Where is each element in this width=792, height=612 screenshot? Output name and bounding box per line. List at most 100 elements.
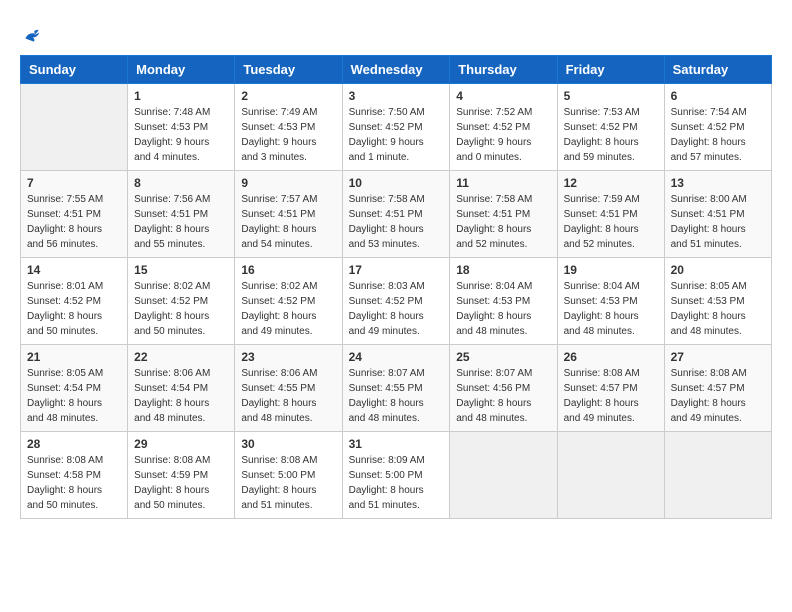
day-info: Sunrise: 8:07 AM Sunset: 4:56 PM Dayligh…	[456, 366, 550, 426]
day-info: Sunrise: 7:55 AM Sunset: 4:51 PM Dayligh…	[27, 192, 121, 252]
day-info: Sunrise: 8:06 AM Sunset: 4:55 PM Dayligh…	[241, 366, 335, 426]
day-info: Sunrise: 8:09 AM Sunset: 5:00 PM Dayligh…	[349, 453, 444, 513]
day-number: 15	[134, 263, 228, 277]
calendar-day-header: Thursday	[450, 56, 557, 84]
calendar-cell: 17 Sunrise: 8:03 AM Sunset: 4:52 PM Dayli…	[342, 258, 450, 345]
day-number: 13	[671, 176, 765, 190]
calendar-day-header: Wednesday	[342, 56, 450, 84]
day-number: 8	[134, 176, 228, 190]
day-number: 29	[134, 437, 228, 451]
day-number: 6	[671, 89, 765, 103]
day-info: Sunrise: 8:00 AM Sunset: 4:51 PM Dayligh…	[671, 192, 765, 252]
calendar-day-header: Tuesday	[235, 56, 342, 84]
day-info: Sunrise: 8:08 AM Sunset: 4:57 PM Dayligh…	[564, 366, 658, 426]
day-number: 31	[349, 437, 444, 451]
calendar-cell: 20 Sunrise: 8:05 AM Sunset: 4:53 PM Dayli…	[664, 258, 771, 345]
calendar-cell: 26 Sunrise: 8:08 AM Sunset: 4:57 PM Dayli…	[557, 345, 664, 432]
day-info: Sunrise: 8:02 AM Sunset: 4:52 PM Dayligh…	[134, 279, 228, 339]
day-number: 2	[241, 89, 335, 103]
calendar-day-header: Saturday	[664, 56, 771, 84]
day-info: Sunrise: 7:56 AM Sunset: 4:51 PM Dayligh…	[134, 192, 228, 252]
calendar-cell: 10Sunrise: 7:58 AM Sunset: 4:51 PM Dayli…	[342, 171, 450, 258]
day-number: 10	[349, 176, 444, 190]
calendar-cell: 12 Sunrise: 7:59 AM Sunset: 4:51 PM Dayli…	[557, 171, 664, 258]
calendar-cell: 6 Sunrise: 7:54 AM Sunset: 4:52 PM Daylig…	[664, 84, 771, 171]
day-number: 11	[456, 176, 550, 190]
day-number: 26	[564, 350, 658, 364]
calendar-week-row: 28Sunrise: 8:08 AM Sunset: 4:58 PM Dayli…	[21, 432, 772, 519]
day-number: 25	[456, 350, 550, 364]
day-info: Sunrise: 7:59 AM Sunset: 4:51 PM Dayligh…	[564, 192, 658, 252]
day-info: Sunrise: 8:03 AM Sunset: 4:52 PM Dayligh…	[349, 279, 444, 339]
calendar-cell: 5 Sunrise: 7:53 AM Sunset: 4:52 PM Daylig…	[557, 84, 664, 171]
day-number: 4	[456, 89, 550, 103]
calendar-cell	[21, 84, 128, 171]
calendar-day-header: Monday	[128, 56, 235, 84]
calendar-week-row: 14 Sunrise: 8:01 AM Sunset: 4:52 PM Dayli…	[21, 258, 772, 345]
calendar-cell: 31 Sunrise: 8:09 AM Sunset: 5:00 PM Dayli…	[342, 432, 450, 519]
day-number: 23	[241, 350, 335, 364]
calendar-cell	[557, 432, 664, 519]
day-number: 30	[241, 437, 335, 451]
calendar-cell: 3Sunrise: 7:50 AM Sunset: 4:52 PM Daylig…	[342, 84, 450, 171]
calendar-cell: 11 Sunrise: 7:58 AM Sunset: 4:51 PM Dayli…	[450, 171, 557, 258]
day-number: 20	[671, 263, 765, 277]
day-info: Sunrise: 8:08 AM Sunset: 5:00 PM Dayligh…	[241, 453, 335, 513]
day-number: 24	[349, 350, 444, 364]
logo-bird-icon	[22, 25, 42, 45]
day-number: 3	[349, 89, 444, 103]
calendar-week-row: 1 Sunrise: 7:48 AM Sunset: 4:53 PM Daylig…	[21, 84, 772, 171]
calendar-week-row: 21 Sunrise: 8:05 AM Sunset: 4:54 PM Dayli…	[21, 345, 772, 432]
day-number: 17	[349, 263, 444, 277]
calendar-cell	[450, 432, 557, 519]
calendar-body: 1 Sunrise: 7:48 AM Sunset: 4:53 PM Daylig…	[21, 84, 772, 519]
day-number: 21	[27, 350, 121, 364]
calendar-table: SundayMondayTuesdayWednesdayThursdayFrid…	[20, 55, 772, 519]
calendar-day-header: Friday	[557, 56, 664, 84]
calendar-cell: 4Sunrise: 7:52 AM Sunset: 4:52 PM Daylig…	[450, 84, 557, 171]
day-info: Sunrise: 8:04 AM Sunset: 4:53 PM Dayligh…	[456, 279, 550, 339]
day-number: 1	[134, 89, 228, 103]
day-info: Sunrise: 7:48 AM Sunset: 4:53 PM Dayligh…	[134, 105, 228, 165]
day-number: 9	[241, 176, 335, 190]
calendar-cell: 21 Sunrise: 8:05 AM Sunset: 4:54 PM Dayli…	[21, 345, 128, 432]
day-info: Sunrise: 7:54 AM Sunset: 4:52 PM Dayligh…	[671, 105, 765, 165]
calendar-cell: 2Sunrise: 7:49 AM Sunset: 4:53 PM Daylig…	[235, 84, 342, 171]
calendar-cell: 30 Sunrise: 8:08 AM Sunset: 5:00 PM Dayli…	[235, 432, 342, 519]
day-number: 16	[241, 263, 335, 277]
calendar-cell: 14 Sunrise: 8:01 AM Sunset: 4:52 PM Dayli…	[21, 258, 128, 345]
day-number: 12	[564, 176, 658, 190]
calendar-cell: 29Sunrise: 8:08 AM Sunset: 4:59 PM Dayli…	[128, 432, 235, 519]
calendar-cell: 9 Sunrise: 7:57 AM Sunset: 4:51 PM Daylig…	[235, 171, 342, 258]
calendar-cell: 8 Sunrise: 7:56 AM Sunset: 4:51 PM Daylig…	[128, 171, 235, 258]
calendar-cell: 1 Sunrise: 7:48 AM Sunset: 4:53 PM Daylig…	[128, 84, 235, 171]
calendar-cell: 7 Sunrise: 7:55 AM Sunset: 4:51 PM Daylig…	[21, 171, 128, 258]
calendar-cell: 22Sunrise: 8:06 AM Sunset: 4:54 PM Dayli…	[128, 345, 235, 432]
calendar-week-row: 7 Sunrise: 7:55 AM Sunset: 4:51 PM Daylig…	[21, 171, 772, 258]
calendar-cell: 16 Sunrise: 8:02 AM Sunset: 4:52 PM Dayli…	[235, 258, 342, 345]
day-info: Sunrise: 8:02 AM Sunset: 4:52 PM Dayligh…	[241, 279, 335, 339]
day-info: Sunrise: 7:58 AM Sunset: 4:51 PM Dayligh…	[456, 192, 550, 252]
day-info: Sunrise: 8:04 AM Sunset: 4:53 PM Dayligh…	[564, 279, 658, 339]
calendar-cell: 24 Sunrise: 8:07 AM Sunset: 4:55 PM Dayli…	[342, 345, 450, 432]
calendar-header-row: SundayMondayTuesdayWednesdayThursdayFrid…	[21, 56, 772, 84]
day-number: 28	[27, 437, 121, 451]
calendar-cell: 13 Sunrise: 8:00 AM Sunset: 4:51 PM Dayli…	[664, 171, 771, 258]
day-info: Sunrise: 8:05 AM Sunset: 4:53 PM Dayligh…	[671, 279, 765, 339]
day-number: 5	[564, 89, 658, 103]
day-number: 7	[27, 176, 121, 190]
day-info: Sunrise: 8:01 AM Sunset: 4:52 PM Dayligh…	[27, 279, 121, 339]
calendar-cell: 28Sunrise: 8:08 AM Sunset: 4:58 PM Dayli…	[21, 432, 128, 519]
calendar-cell	[664, 432, 771, 519]
calendar-cell: 25 Sunrise: 8:07 AM Sunset: 4:56 PM Dayli…	[450, 345, 557, 432]
day-number: 14	[27, 263, 121, 277]
day-info: Sunrise: 8:07 AM Sunset: 4:55 PM Dayligh…	[349, 366, 444, 426]
calendar-cell: 23 Sunrise: 8:06 AM Sunset: 4:55 PM Dayli…	[235, 345, 342, 432]
calendar-cell: 19Sunrise: 8:04 AM Sunset: 4:53 PM Dayli…	[557, 258, 664, 345]
day-info: Sunrise: 8:05 AM Sunset: 4:54 PM Dayligh…	[27, 366, 121, 426]
day-info: Sunrise: 7:57 AM Sunset: 4:51 PM Dayligh…	[241, 192, 335, 252]
day-info: Sunrise: 8:06 AM Sunset: 4:54 PM Dayligh…	[134, 366, 228, 426]
page-header	[20, 20, 772, 45]
calendar-cell: 18Sunrise: 8:04 AM Sunset: 4:53 PM Dayli…	[450, 258, 557, 345]
day-info: Sunrise: 7:53 AM Sunset: 4:52 PM Dayligh…	[564, 105, 658, 165]
